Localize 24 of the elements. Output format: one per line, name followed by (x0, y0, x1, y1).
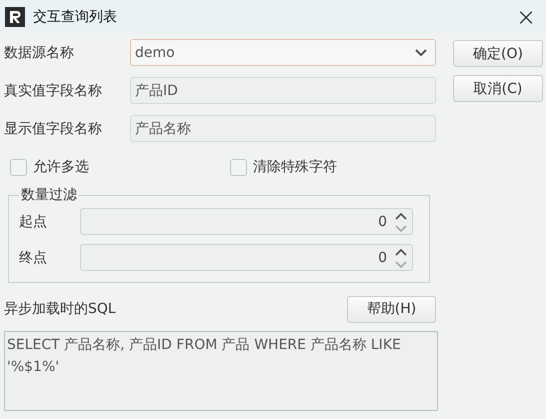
input-field[interactable]: 产品ID (130, 77, 436, 104)
dialog-button[interactable]: 确定(O) (453, 40, 543, 67)
help-button[interactable]: 帮助(H) (347, 296, 436, 322)
field-label: 显示值字段名称 (4, 120, 103, 138)
close-button[interactable]: × (506, 0, 546, 33)
spinner-label: 起点 (19, 212, 48, 230)
window-title: 交互查询列表 (33, 8, 118, 26)
dialog-button[interactable]: 取消(C) (453, 75, 543, 102)
field-label: 数据源名称 (4, 44, 75, 62)
spinner-field[interactable]: 0 (80, 244, 413, 271)
checkbox[interactable] (230, 158, 247, 176)
checkbox-label: 允许多选 (33, 158, 89, 176)
sql-text-area[interactable]: SELECT 产品名称, 产品ID FROM 产品 WHERE 产品名称 LIKE '%$1%' (4, 331, 438, 411)
input-field[interactable]: 产品名称 (130, 115, 436, 142)
sql-label: 异步加载时的SQL (4, 300, 117, 318)
checkbox-label: 清除特殊字符 (253, 158, 337, 176)
spinner-label: 终点 (19, 248, 48, 266)
checkbox[interactable] (10, 158, 27, 176)
dropdown-field[interactable]: demo (130, 39, 436, 66)
spinner-field[interactable]: 0 (80, 208, 413, 235)
group-title: 数量过滤 (20, 186, 78, 204)
field-label: 真实值字段名称 (4, 82, 103, 100)
chevron-down-icon (415, 48, 427, 56)
app-logo-icon (5, 6, 25, 26)
